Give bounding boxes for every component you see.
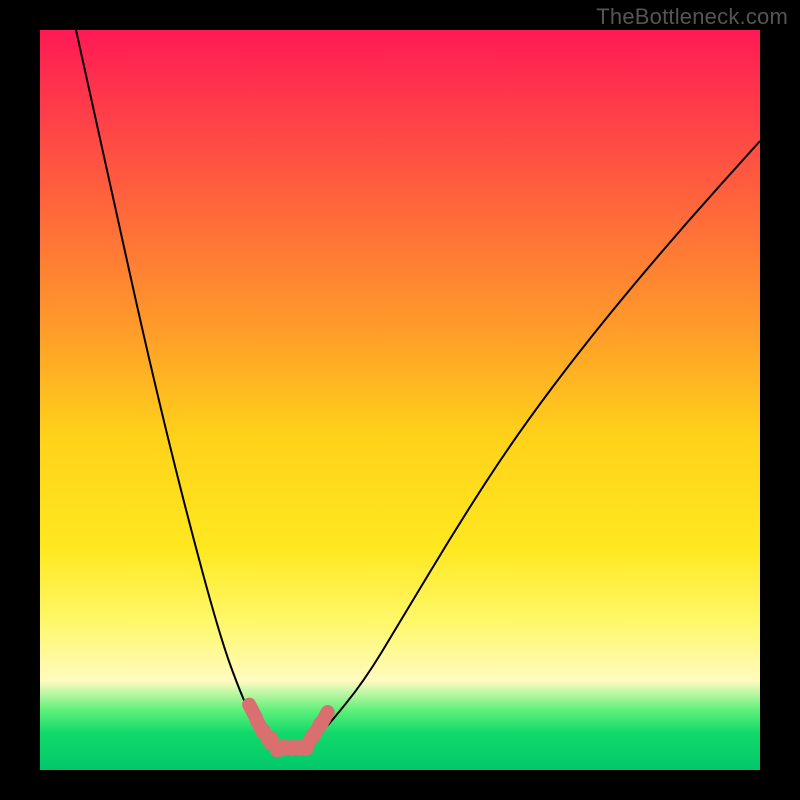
watermark-text: TheBottleneck.com xyxy=(596,4,788,30)
marker-group xyxy=(240,695,338,760)
chart-stage: TheBottleneck.com xyxy=(0,0,800,800)
curve-group xyxy=(76,30,760,748)
series-right-arm xyxy=(306,141,760,748)
series-left-arm xyxy=(76,30,278,748)
curves-svg xyxy=(40,30,760,770)
plot-area xyxy=(40,30,760,770)
